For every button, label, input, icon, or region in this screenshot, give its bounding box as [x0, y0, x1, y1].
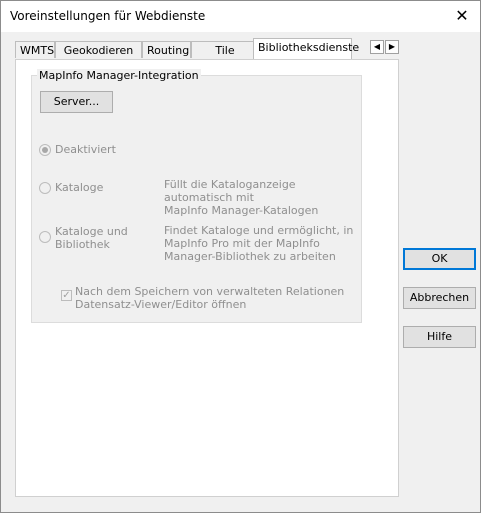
bibliothek-description-line-1: Findet Kataloge und ermöglicht, in — [164, 224, 354, 237]
title-bar: Voreinstellungen für Webdienste ✕ — [1, 1, 480, 32]
radio-deaktiviert[interactable] — [39, 144, 51, 156]
tab-routing[interactable]: Routing — [142, 41, 191, 58]
cancel-button[interactable]: Abbrechen — [403, 287, 476, 309]
bibliothek-description-line-3: Manager-Bibliothek zu arbeiten — [164, 250, 336, 263]
help-button[interactable]: Hilfe — [403, 326, 476, 348]
radio-label-line-2: Bibliothek — [55, 238, 110, 251]
kataloge-description: Füllt die Kataloganzeige automatisch mit… — [164, 178, 364, 217]
server-button[interactable]: Server... — [40, 91, 113, 113]
kataloge-description-line-1: Füllt die Kataloganzeige automatisch mit — [164, 178, 296, 204]
kataloge-description-line-2: MapInfo Manager-Katalogen — [164, 204, 319, 217]
open-viewer-checkbox-label[interactable]: Nach dem Speichern von verwalteten Relat… — [75, 285, 344, 311]
tab-strip: WMTS Geokodieren Routing Tile Server Bib… — [15, 38, 385, 74]
tab-geokodieren[interactable]: Geokodieren — [55, 41, 142, 58]
radio-label-deaktiviert[interactable]: Deaktiviert — [55, 143, 116, 156]
tab-wmts[interactable]: WMTS — [15, 41, 55, 58]
bibliothek-description-line-2: MapInfo Pro mit der MapInfo — [164, 237, 320, 250]
checkbox-label-line-1: Nach dem Speichern von verwalteten Relat… — [75, 285, 345, 298]
radio-label-line-1: Kataloge und — [55, 225, 128, 238]
tab-scroll-left-icon[interactable]: ◀ — [370, 40, 384, 54]
group-title: MapInfo Manager-Integration — [37, 69, 201, 82]
close-icon[interactable]: ✕ — [450, 4, 474, 28]
ok-button[interactable]: OK — [403, 248, 476, 270]
dialog-title: Voreinstellungen für Webdienste — [10, 9, 206, 23]
tab-tile-server[interactable]: Tile Server — [191, 41, 259, 74]
open-viewer-checkbox[interactable]: ✓ — [61, 290, 72, 301]
radio-label-kataloge-und-bibliothek[interactable]: Kataloge und Bibliothek — [55, 225, 128, 251]
tab-bibliotheksdienste[interactable]: Bibliotheksdienste — [253, 38, 359, 59]
tab-scroll-right-icon[interactable]: ▶ — [385, 40, 399, 54]
checkbox-label-line-2: Datensatz-Viewer/Editor öffnen — [75, 298, 247, 311]
radio-selected-dot — [42, 147, 48, 153]
radio-label-kataloge[interactable]: Kataloge — [55, 181, 103, 194]
radio-kataloge[interactable] — [39, 182, 51, 194]
radio-kataloge-und-bibliothek[interactable] — [39, 231, 51, 243]
kataloge-und-bibliothek-description: Findet Kataloge und ermöglicht, in MapIn… — [164, 224, 364, 263]
